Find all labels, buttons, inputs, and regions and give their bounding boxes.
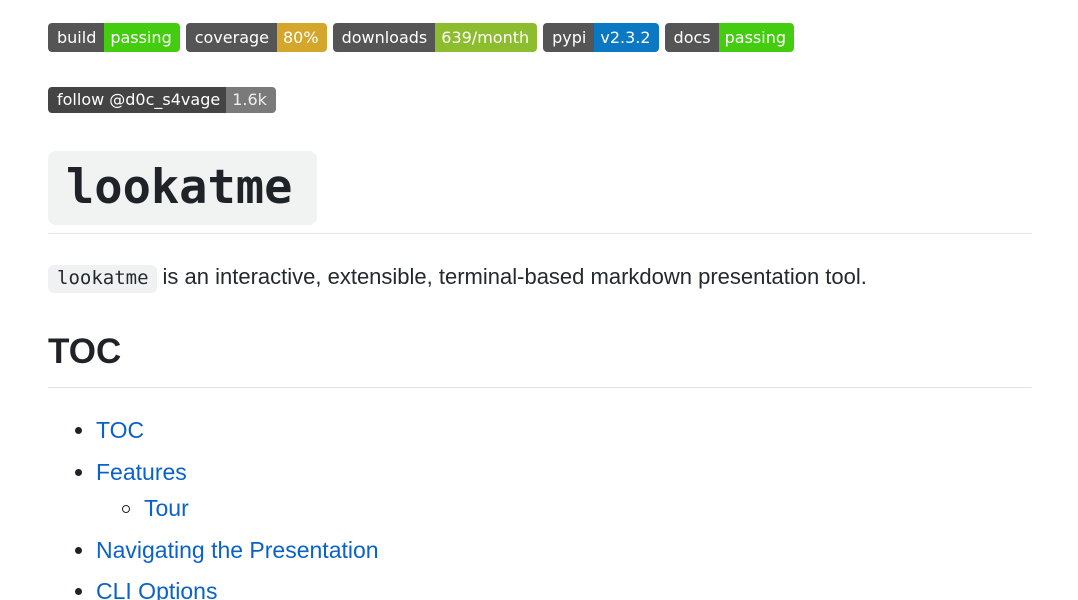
bullet-icon (75, 547, 82, 554)
badge-label: pypi (543, 23, 595, 52)
badge-value: v2.3.2 (594, 23, 659, 52)
toc-link-cli-options[interactable]: CLI Options (96, 571, 217, 600)
toc-heading: TOC (48, 332, 122, 371)
badge-label: build (48, 23, 105, 52)
pypi-badge[interactable]: pypi v2.3.2 (543, 23, 659, 52)
build-badge[interactable]: build passing (48, 23, 180, 52)
badge-row: build passing coverage 80% downloads 639… (48, 23, 794, 52)
bullet-icon (75, 469, 82, 476)
intro-paragraph: lookatme is an interactive, extensible, t… (48, 262, 867, 293)
title-divider (48, 233, 1032, 234)
toc-link-features[interactable]: Features (96, 452, 187, 492)
badge-label: coverage (185, 23, 277, 52)
badge-label: follow @d0c_s4vage (48, 87, 227, 113)
badge-value: 80% (277, 23, 327, 52)
hollow-bullet-icon (122, 505, 130, 513)
page-title: lookatme (48, 151, 317, 225)
badge-value: passing (104, 23, 180, 52)
downloads-badge[interactable]: downloads 639/month (332, 23, 538, 52)
social-badge-row: follow @d0c_s4vage 1.6k (48, 87, 276, 113)
toc-link-navigating[interactable]: Navigating the Presentation (96, 530, 379, 570)
coverage-badge[interactable]: coverage 80% (185, 23, 327, 52)
badge-value: 639/month (435, 23, 538, 52)
bullet-icon (75, 427, 82, 434)
intro-text: is an interactive, extensible, terminal-… (162, 264, 867, 289)
inline-code: lookatme (48, 265, 157, 293)
badge-value: passing (718, 23, 794, 52)
docs-badge[interactable]: docs passing (664, 23, 794, 52)
readme-page: build passing coverage 80% downloads 639… (0, 0, 1078, 600)
twitter-follow-badge[interactable]: follow @d0c_s4vage 1.6k (48, 87, 276, 113)
toc-link-tour[interactable]: Tour (144, 488, 189, 528)
toc-link-toc[interactable]: TOC (96, 410, 144, 450)
badge-label: docs (664, 23, 719, 52)
bullet-icon (75, 588, 82, 595)
toc-divider (48, 387, 1032, 388)
badge-label: downloads (332, 23, 436, 52)
page-title-text: lookatme (66, 160, 293, 215)
badge-value: 1.6k (226, 87, 276, 113)
